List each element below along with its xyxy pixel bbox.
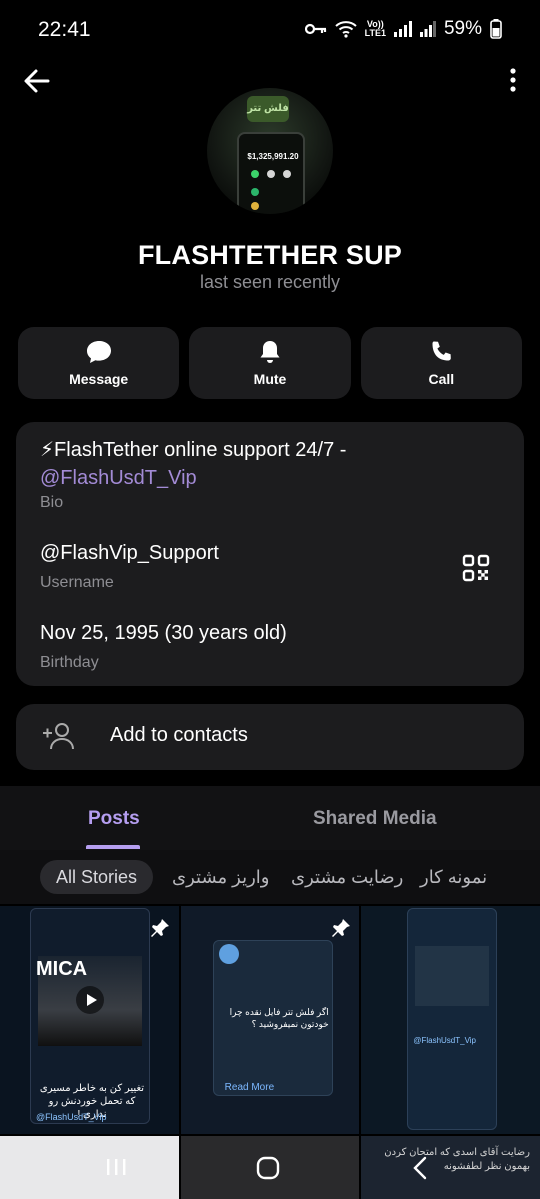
- message-button[interactable]: Message: [18, 327, 180, 399]
- signal-icon-2: [419, 21, 436, 37]
- post-2-question: اگر فلش تتر فایل نقده چرا خودتون نمیفروش…: [229, 1007, 329, 1029]
- pin-icon: [331, 919, 350, 937]
- qr-code-icon[interactable]: [462, 554, 490, 582]
- pin-icon: [151, 919, 169, 937]
- post-thumbnail-1[interactable]: MICA تغییر کن به خاطر مسیری که تحمل خورد…: [0, 906, 179, 1134]
- tab-indicator: [86, 845, 140, 849]
- status-icons: Vo)) LTE1 59%: [304, 18, 502, 40]
- play-icon: [76, 986, 104, 1014]
- post-thumbnail-3[interactable]: @FlashUsdT_Vip: [361, 906, 540, 1134]
- more-options-icon[interactable]: [504, 64, 522, 98]
- tab-shared-media[interactable]: Shared Media: [313, 808, 437, 830]
- bell-icon: [260, 341, 280, 363]
- back-nav-icon[interactable]: [410, 1155, 430, 1181]
- volte-indicator: Vo)) LTE1: [364, 19, 386, 38]
- signal-icon: [393, 21, 412, 37]
- username-label: Username: [40, 574, 114, 591]
- add-to-contacts-label: Add to contacts: [110, 724, 248, 746]
- post-2-read-more[interactable]: Read More: [225, 1082, 274, 1093]
- call-button[interactable]: Call: [360, 327, 522, 399]
- filter-chip-satisfaction[interactable]: رضایت مشتری: [291, 860, 403, 894]
- info-card: ⚡FlashTether online support 24/7 - @Flas…: [16, 422, 524, 686]
- bio-link[interactable]: @FlashUsdT_Vip: [40, 467, 197, 489]
- mute-button[interactable]: Mute: [189, 327, 351, 399]
- system-nav-bar: [0, 1137, 540, 1199]
- profile-name: FLASHTETHER SUP: [137, 240, 402, 270]
- add-person-icon: [43, 723, 74, 750]
- phone-icon: [432, 341, 452, 361]
- chat-bubble-icon: [86, 341, 111, 363]
- status-bar: 22:41 Vo)) LTE1 59%: [0, 0, 540, 60]
- recent-apps-icon[interactable]: [104, 1155, 128, 1179]
- battery-icon: [490, 19, 502, 39]
- filter-chip-all-stories[interactable]: All Stories: [40, 860, 154, 894]
- battery-percent: 59%: [443, 18, 482, 39]
- key-icon: [304, 23, 326, 35]
- home-icon[interactable]: [255, 1155, 281, 1181]
- post-1-channel: @FlashUsdT_Vip: [36, 1112, 107, 1122]
- filter-chip-samples[interactable]: نمونه کار: [420, 860, 487, 894]
- wifi-icon: [334, 21, 357, 38]
- voice-play-icon: [218, 944, 239, 964]
- filter-chip-deposits[interactable]: واریز مشتری: [172, 860, 269, 894]
- post-3-channel: @FlashUsdT_Vip: [413, 1036, 477, 1045]
- action-row: Message Mute Call: [18, 327, 522, 399]
- back-arrow-icon[interactable]: [20, 64, 54, 98]
- tab-posts[interactable]: Posts: [88, 808, 140, 830]
- post-1-title: MICA: [36, 958, 88, 980]
- birthday-value: Nov 25, 1995 (30 years old): [40, 622, 287, 644]
- profile-status: last seen recently: [199, 272, 341, 292]
- status-time: 22:41: [38, 18, 91, 41]
- bio-label: Bio: [40, 494, 64, 511]
- posts-grid: MICA تغییر کن به خاطر مسیری که تحمل خورد…: [0, 906, 540, 1134]
- add-to-contacts-button[interactable]: Add to contacts: [16, 704, 524, 770]
- bio-text: ⚡FlashTether online support 24/7 - @Flas…: [40, 439, 347, 489]
- tab-bar: [0, 786, 540, 850]
- avatar-logo: فلش تتر: [247, 96, 289, 122]
- post-thumbnail-2[interactable]: اگر فلش تتر فایل نقده چرا خودتون نمیفروش…: [180, 906, 360, 1134]
- username-value[interactable]: @FlashVip_Support: [40, 542, 219, 565]
- profile-avatar[interactable]: فلش تتر $1,325,991.20: [207, 88, 333, 214]
- avatar-phone-image: $1,325,991.20: [237, 132, 305, 214]
- birthday-label: Birthday: [40, 654, 99, 671]
